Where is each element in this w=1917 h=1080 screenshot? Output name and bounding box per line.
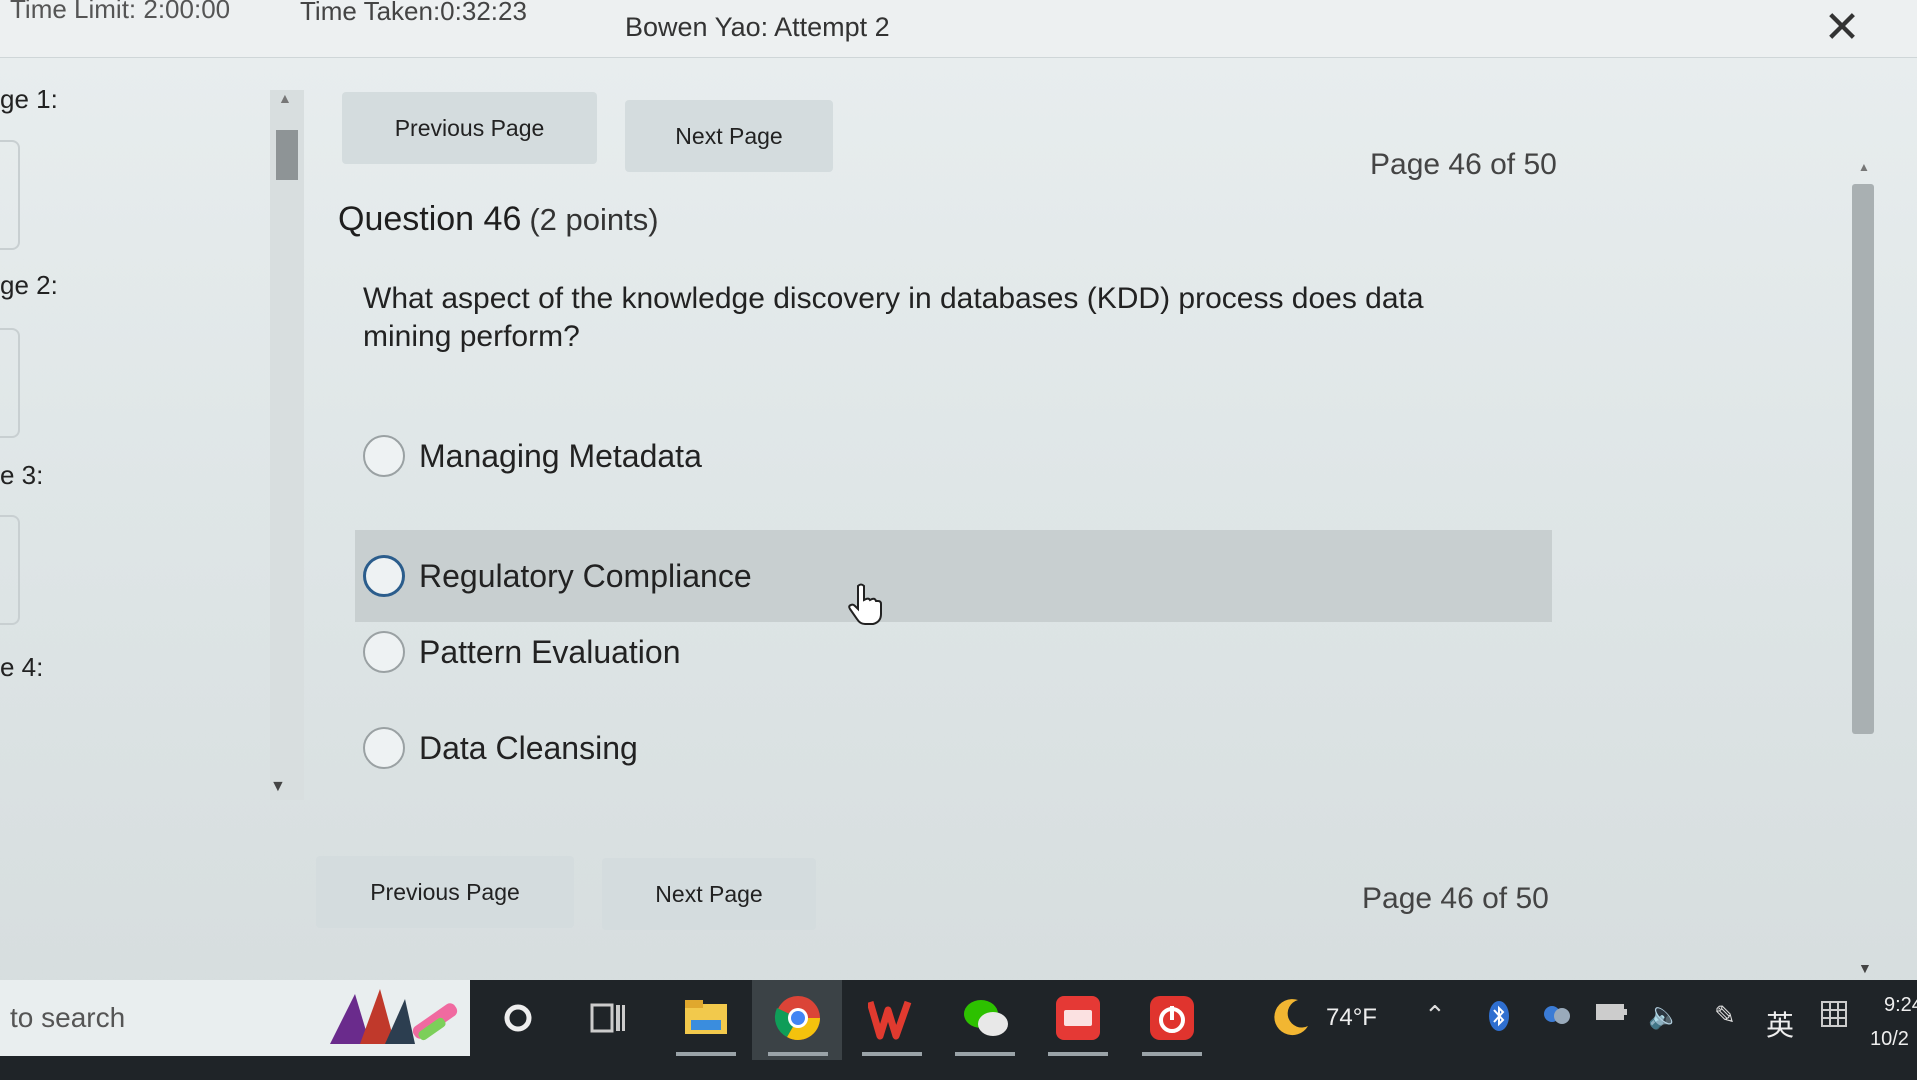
answer-option-label: Regulatory Compliance — [419, 557, 752, 594]
scroll-up-arrow-icon[interactable]: ▲ — [1858, 160, 1870, 174]
answer-option-label: Pattern Evaluation — [419, 633, 681, 670]
scroll-down-arrow-icon[interactable]: ▼ — [270, 778, 286, 796]
answer-option[interactable]: Pattern Evaluation — [355, 606, 1552, 698]
answer-option-label: Managing Metadata — [419, 437, 702, 474]
battery-icon[interactable] — [1594, 1000, 1628, 1031]
question-points: (2 points) — [529, 202, 659, 237]
answer-option-label: Data Cleansing — [419, 729, 638, 766]
search-placeholder: to search — [10, 1002, 126, 1033]
next-page-button[interactable]: Next Page — [625, 100, 833, 172]
volume-icon[interactable]: 🔈 — [1648, 1000, 1680, 1031]
radio-button[interactable] — [363, 435, 405, 477]
wechat-icon[interactable] — [958, 990, 1014, 1046]
nav-scrollbar-thumb[interactable] — [276, 130, 298, 180]
question-number: Question 46 — [338, 200, 522, 238]
page-indicator: Page 46 of 50 — [1370, 148, 1557, 181]
file-explorer-icon[interactable] — [678, 990, 734, 1046]
answer-option[interactable]: Data Cleansing — [355, 702, 1552, 794]
main-scrollbar-thumb[interactable] — [1852, 184, 1874, 734]
task-view-icon[interactable] — [580, 990, 636, 1046]
taskbar-indicator — [768, 1052, 828, 1056]
netease-music-icon[interactable] — [1144, 990, 1200, 1046]
taskbar-indicator — [1048, 1052, 1108, 1056]
nav-item-page-2[interactable]: ge 2: — [0, 270, 58, 301]
scroll-down-arrow-icon[interactable]: ▼ — [1858, 960, 1872, 976]
ime-language-indicator[interactable]: 英 — [1766, 1004, 1794, 1044]
nav-item-page-1[interactable]: ge 1: — [0, 84, 58, 115]
attempt-label: Bowen Yao: Attempt 2 — [625, 12, 890, 42]
ime-grid-icon[interactable] — [1820, 1000, 1848, 1035]
radio-button[interactable] — [363, 631, 405, 673]
nav-item-box[interactable] — [0, 515, 20, 625]
clock-time[interactable]: 9:24 — [1884, 994, 1917, 1017]
nav-item-box[interactable] — [0, 140, 20, 250]
weather-moon-icon[interactable] — [1262, 990, 1318, 1046]
time-limit: Time Limit: 2:00:00 — [10, 0, 231, 24]
question-text: What aspect of the knowledge discovery i… — [363, 282, 1424, 353]
wps-office-icon[interactable] — [865, 990, 921, 1046]
nav-item-page-4[interactable]: e 4: — [0, 652, 43, 683]
chevron-up-icon[interactable]: ⌃ — [1424, 1000, 1446, 1031]
radio-button[interactable] — [363, 555, 405, 597]
next-page-button-bottom[interactable]: Next Page — [602, 858, 816, 930]
main-scrollbar[interactable]: ▲ ▼ — [1848, 160, 1878, 980]
pen-icon[interactable]: ✎ — [1714, 1000, 1736, 1031]
clock-date[interactable]: 10/2 — [1870, 1028, 1909, 1051]
cloud-sync-icon[interactable] — [1540, 1000, 1574, 1035]
search-highlight-art-icon — [330, 989, 458, 1044]
question-title: Question 46 (2 points) — [338, 200, 659, 239]
radio-button[interactable] — [363, 727, 405, 769]
taskbar-indicator — [1142, 1052, 1202, 1056]
page-indicator-bottom: Page 46 of 50 — [1362, 882, 1549, 915]
nav-item-page-3[interactable]: e 3: — [0, 460, 43, 491]
cortana-icon[interactable] — [490, 990, 546, 1046]
windows-taskbar: to search 74°F ⌃ 🔈 ✎ 英 9:2 10/2 — [0, 980, 1917, 1080]
quiz-header: Time Limit: 2:00:00 Time Taken:0:32:23 B… — [0, 0, 1917, 58]
close-icon[interactable]: ✕ — [1822, 6, 1862, 50]
taskbar-indicator — [862, 1052, 922, 1056]
chrome-icon[interactable] — [770, 990, 826, 1046]
nav-item-box[interactable] — [0, 328, 20, 438]
hand-cursor-icon — [848, 583, 882, 625]
answer-option[interactable]: Managing Metadata — [355, 410, 1552, 502]
question-nav-panel: ge 1: ge 2: e 3: e 4: ▲ ▼ — [0, 60, 304, 980]
weather-temperature[interactable]: 74°F — [1326, 1004, 1377, 1032]
previous-page-button[interactable]: Previous Page — [342, 92, 597, 164]
scroll-up-arrow-icon[interactable]: ▲ — [278, 90, 292, 106]
time-taken: Time Taken:0:32:23 — [300, 0, 527, 26]
taskbar-indicator — [676, 1052, 736, 1056]
previous-page-button-bottom[interactable]: Previous Page — [316, 856, 574, 928]
youdao-dictionary-icon[interactable] — [1050, 990, 1106, 1046]
taskbar-search-box[interactable]: to search — [0, 980, 470, 1056]
bluetooth-icon[interactable] — [1486, 1000, 1512, 1039]
nav-scrollbar[interactable]: ▲ ▼ — [270, 90, 304, 800]
taskbar-indicator — [955, 1052, 1015, 1056]
